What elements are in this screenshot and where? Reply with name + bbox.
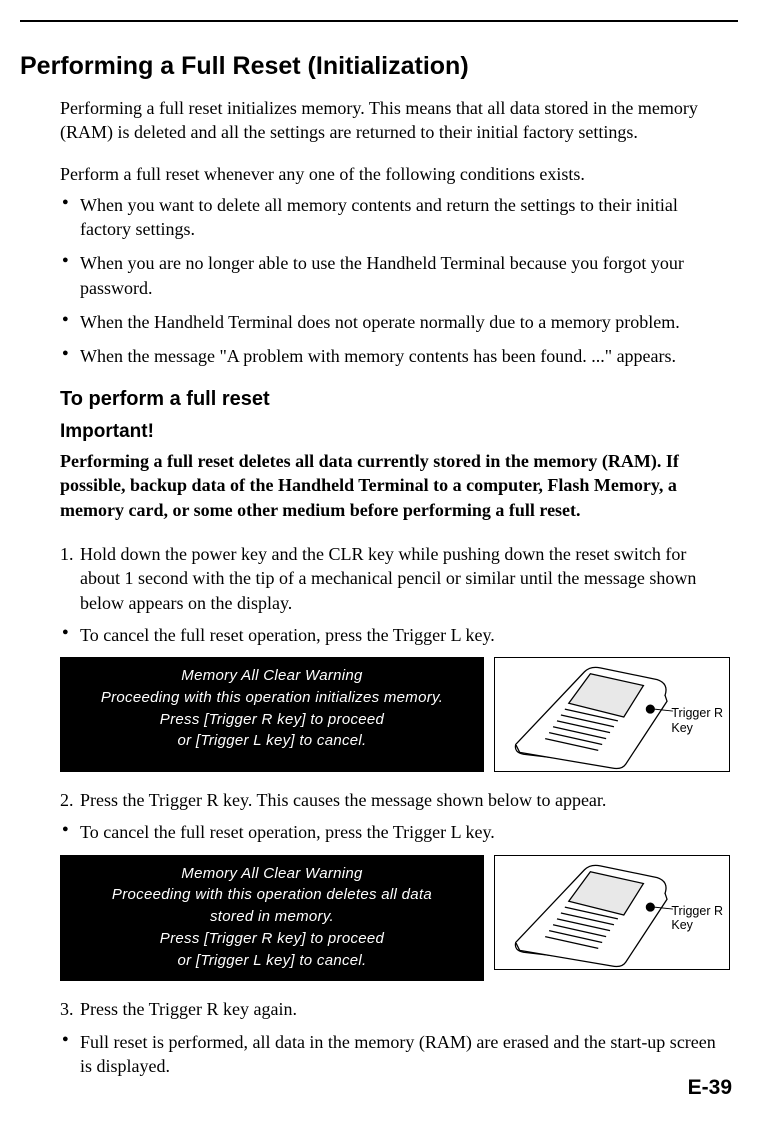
trigger-r-callout: Trigger R Key [671, 706, 723, 735]
lcd-line: or [Trigger L key] to cancel. [66, 950, 478, 972]
lcd-line: Memory All Clear Warning [66, 863, 478, 885]
step-1: 1. Hold down the power key and the CLR k… [60, 542, 730, 615]
conditions-list: When you want to delete all memory conte… [60, 193, 730, 369]
lcd-message-2: Memory All Clear Warning Proceeding with… [60, 855, 484, 982]
page-title: Performing a Full Reset (Initialization) [20, 50, 738, 84]
page-number: E-39 [20, 1074, 738, 1102]
step-2: 2. Press the Trigger R key. This causes … [60, 788, 730, 812]
condition-item: When the message "A problem with memory … [60, 344, 730, 368]
sub-heading: To perform a full reset [60, 386, 730, 413]
lcd-line: Memory All Clear Warning [66, 665, 478, 687]
important-text: Performing a full reset deletes all data… [60, 449, 730, 522]
condition-item: When the Handheld Terminal does not oper… [60, 310, 730, 334]
lcd-line: Press [Trigger R key] to proceed [66, 928, 478, 950]
intro-paragraph-1: Performing a full reset initializes memo… [60, 96, 730, 145]
step-3-note: Full reset is performed, all data in the… [60, 1030, 730, 1079]
lcd-line: Proceeding with this operation initializ… [66, 687, 478, 709]
condition-item: When you want to delete all memory conte… [60, 193, 730, 242]
intro-paragraph-2: Perform a full reset whenever any one of… [60, 162, 730, 186]
lcd-line: Proceeding with this operation deletes a… [66, 884, 478, 906]
figure-row-2: Memory All Clear Warning Proceeding with… [60, 855, 730, 982]
step-2-cancel-note: To cancel the full reset operation, pres… [60, 820, 730, 844]
step-1-cancel-note: To cancel the full reset operation, pres… [60, 623, 730, 647]
top-rule [20, 20, 738, 22]
step-3-text: Press the Trigger R key again. [80, 999, 297, 1019]
lcd-line: or [Trigger L key] to cancel. [66, 730, 478, 752]
step-number: 1. [60, 542, 74, 566]
lcd-line: stored in memory. [66, 906, 478, 928]
lcd-message-1: Memory All Clear Warning Proceeding with… [60, 657, 484, 772]
important-label: Important! [60, 419, 730, 445]
figure-row-1: Memory All Clear Warning Proceeding with… [60, 657, 730, 772]
step-1-text: Hold down the power key and the CLR key … [80, 544, 696, 613]
step-number: 2. [60, 788, 74, 812]
step-3: 3. Press the Trigger R key again. [60, 997, 730, 1021]
step-2-text: Press the Trigger R key. This causes the… [80, 790, 606, 810]
device-illustration-1: Trigger R Key [494, 657, 730, 772]
trigger-r-callout: Trigger R Key [671, 904, 723, 933]
step-number: 3. [60, 997, 74, 1021]
condition-item: When you are no longer able to use the H… [60, 251, 730, 300]
lcd-line: Press [Trigger R key] to proceed [66, 709, 478, 731]
device-illustration-2: Trigger R Key [494, 855, 730, 970]
